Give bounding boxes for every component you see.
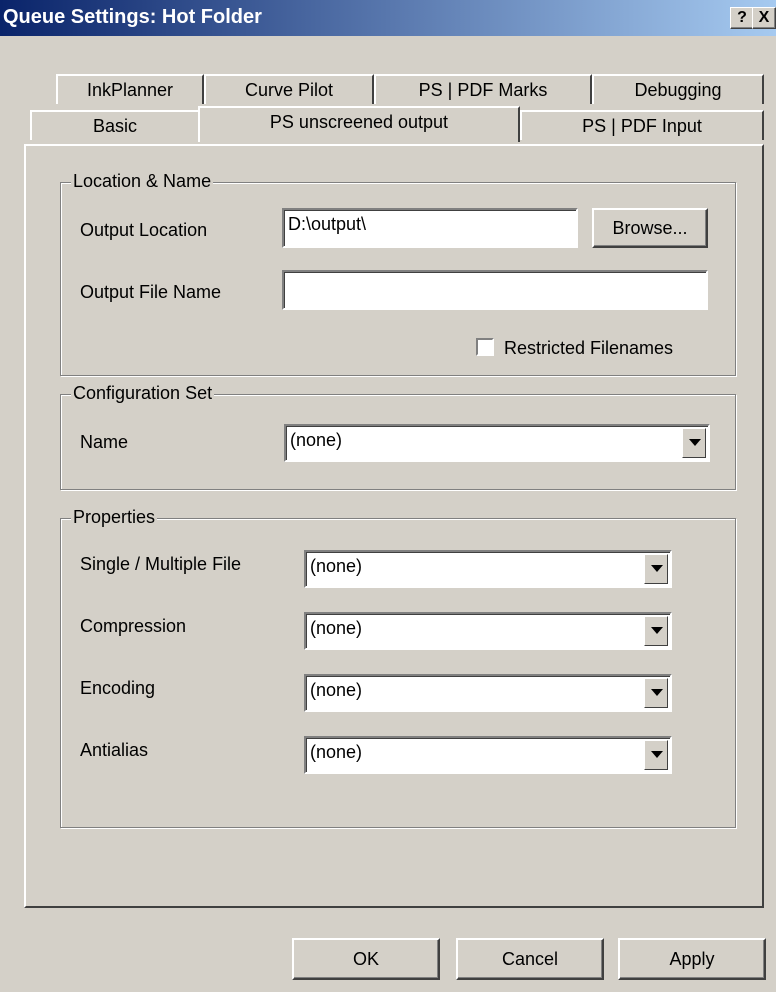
properties-legend: Properties (71, 507, 158, 528)
tab-ps-pdf-input[interactable]: PS | PDF Input (520, 110, 764, 140)
apply-button[interactable]: Apply (618, 938, 766, 980)
single-multiple-file-label: Single / Multiple File (80, 554, 242, 574)
location-name-legend: Location & Name (71, 171, 214, 192)
compression-label: Compression (80, 616, 187, 636)
single-multiple-file-value: (none) (310, 556, 363, 576)
configuration-set-legend: Configuration Set (71, 383, 215, 404)
tab-curve-pilot[interactable]: Curve Pilot (204, 74, 374, 104)
tab-debugging[interactable]: Debugging (592, 74, 764, 104)
browse-button[interactable]: Browse... (592, 208, 708, 248)
output-location-input[interactable]: D:\output\ (282, 208, 578, 248)
restricted-filenames-checkbox[interactable] (476, 338, 494, 356)
cancel-button[interactable]: Cancel (456, 938, 604, 980)
antialias-label: Antialias (80, 740, 149, 760)
tab-panel: Location & Name Output Location D:\outpu… (24, 144, 764, 908)
encoding-value: (none) (310, 680, 363, 700)
tab-basic[interactable]: Basic (30, 110, 200, 140)
chevron-down-icon[interactable] (644, 740, 668, 770)
tab-inkplanner[interactable]: InkPlanner (56, 74, 204, 104)
single-multiple-file-select[interactable]: (none) (304, 550, 672, 588)
compression-select[interactable]: (none) (304, 612, 672, 650)
restricted-filenames-label: Restricted Filenames (504, 338, 674, 358)
output-location-label: Output Location (80, 220, 208, 240)
output-file-name-label: Output File Name (80, 282, 222, 302)
window-title: Queue Settings: Hot Folder (3, 6, 262, 28)
output-file-name-input[interactable] (282, 270, 708, 310)
title-bar: Queue Settings: Hot Folder ? X (0, 0, 776, 36)
antialias-value: (none) (310, 742, 363, 762)
tab-ps-unscreened-output[interactable]: PS unscreened output (198, 106, 520, 142)
chevron-down-icon[interactable] (682, 428, 706, 458)
tab-ps-pdf-marks[interactable]: PS | PDF Marks (374, 74, 592, 104)
antialias-select[interactable]: (none) (304, 736, 672, 774)
ok-button[interactable]: OK (292, 938, 440, 980)
help-button[interactable]: ? (730, 7, 754, 29)
close-button[interactable]: X (752, 7, 776, 29)
encoding-select[interactable]: (none) (304, 674, 672, 712)
config-name-value: (none) (290, 430, 343, 450)
config-name-select[interactable]: (none) (284, 424, 710, 462)
chevron-down-icon[interactable] (644, 616, 668, 646)
encoding-label: Encoding (80, 678, 156, 698)
compression-value: (none) (310, 618, 363, 638)
chevron-down-icon[interactable] (644, 678, 668, 708)
config-name-label: Name (80, 432, 129, 452)
chevron-down-icon[interactable] (644, 554, 668, 584)
